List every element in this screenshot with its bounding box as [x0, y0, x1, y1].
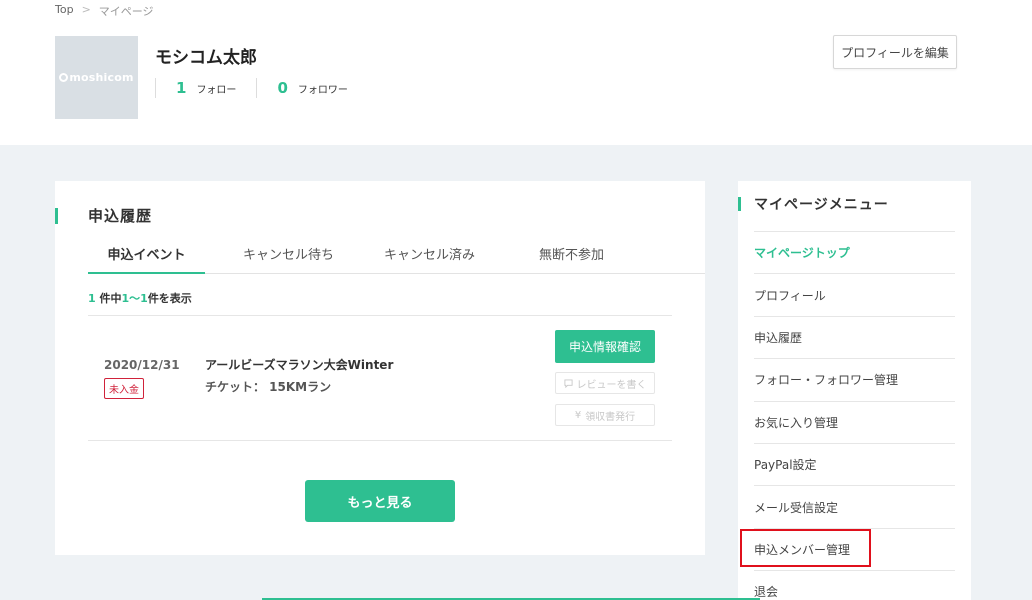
highlight-frame [740, 529, 871, 567]
breadcrumb-separator: > [81, 3, 91, 16]
follower-count: 0 [277, 79, 288, 97]
event-date: 2020/12/31 [104, 358, 180, 372]
write-review-label: レビューを書く [576, 379, 647, 391]
yen-icon: ¥ [574, 409, 582, 421]
follower-label: フォロワー [297, 85, 348, 96]
tab-applied-events[interactable]: 申込イベント [88, 244, 205, 274]
sidebar-item-withdraw[interactable]: 退会 [754, 570, 955, 600]
follow-count-link[interactable]: 1 フォロー [156, 79, 256, 97]
section-accent-bar [55, 208, 58, 224]
user-name: モシコム太郎 [155, 48, 257, 68]
tab-no-show[interactable]: 無断不参加 [513, 244, 630, 274]
breadcrumb-top-link[interactable]: Top [55, 3, 74, 19]
write-review-button[interactable]: レビューを書く [555, 372, 655, 394]
sidebar-item-favorites[interactable]: お気に入り管理 [754, 400, 955, 443]
edit-profile-button[interactable]: プロフィールを編集 [833, 35, 957, 69]
show-more-button[interactable]: もっと見る [305, 480, 455, 522]
follower-count-link[interactable]: 0 フォロワー [257, 79, 367, 97]
section-accent-bar [738, 197, 741, 211]
moshicom-logo: moshicom [59, 71, 133, 84]
breadcrumb-current: マイページ [98, 5, 154, 18]
breadcrumb: Top > マイページ [55, 3, 154, 19]
result-count: 1 件中1〜1件を表示 [88, 292, 192, 305]
follow-label: フォロー [196, 85, 237, 96]
menu-title: マイページメニュー [754, 197, 889, 213]
divider [88, 440, 672, 441]
sidebar-item-paypal[interactable]: PayPal設定 [754, 442, 955, 485]
sidebar-item-mypage-top[interactable]: マイページトップ [754, 231, 955, 273]
speech-bubble-icon [563, 378, 573, 388]
tab-cancelled[interactable]: キャンセル済み [371, 244, 488, 274]
sidebar-item-profile[interactable]: プロフィール [754, 273, 955, 315]
tab-waitlist[interactable]: キャンセル待ち [230, 244, 347, 274]
issue-receipt-label: 領収書発行 [585, 411, 636, 423]
profile-header: Top > マイページ moshicom モシコム太郎 1 フォロー 0 フォロ… [0, 0, 1032, 145]
sidebar-item-email-settings[interactable]: メール受信設定 [754, 485, 955, 527]
status-badge: 未入金 [104, 378, 144, 399]
follow-stats: 1 フォロー 0 フォロワー [155, 78, 368, 98]
sidebar-item-application-history[interactable]: 申込履歴 [754, 315, 955, 358]
sidebar-item-follow-management[interactable]: フォロー・フォロワー管理 [754, 358, 955, 400]
section-title: 申込履歴 [88, 207, 153, 225]
ticket-info: チケット： 15KMラン [205, 380, 332, 394]
divider [88, 315, 672, 316]
application-history-card: 申込履歴 申込イベント キャンセル待ち キャンセル済み 無断不参加 1 件中1〜… [55, 181, 705, 555]
avatar: moshicom [55, 36, 138, 119]
confirm-application-button[interactable]: 申込情報確認 [555, 330, 655, 363]
issue-receipt-button[interactable]: ¥ 領収書発行 [555, 404, 655, 426]
event-name[interactable]: アールビーズマラソン大会Winter [205, 356, 393, 373]
history-tabs: 申込イベント キャンセル待ち キャンセル済み 無断不参加 [88, 244, 705, 274]
follow-count: 1 [176, 79, 187, 97]
